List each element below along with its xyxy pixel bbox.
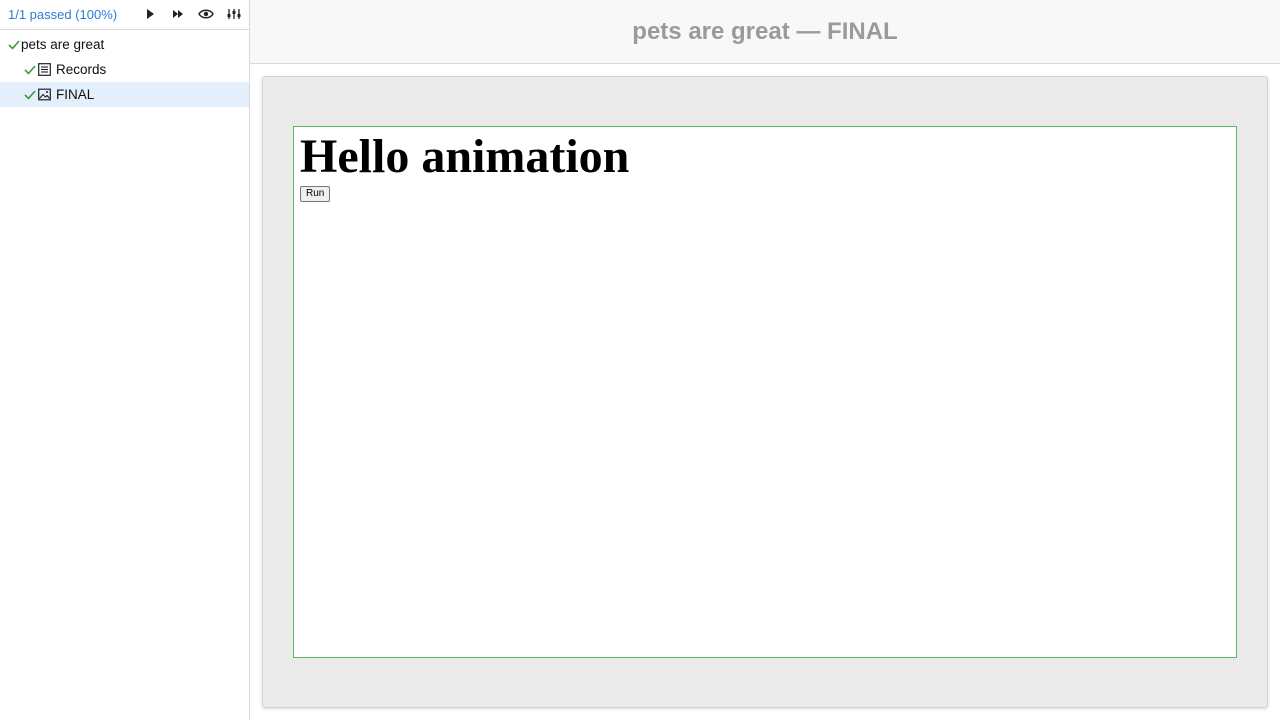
preview-stage: Hello animation Run [262,76,1268,708]
check-icon [7,38,21,52]
page-title: pets are great — FINAL [632,17,898,45]
tree-item-records[interactable]: Records [0,57,249,82]
tree-item-pets-are-great[interactable]: pets are great [0,32,249,57]
pass-summary-link[interactable]: 1/1 passed (100%) [8,7,117,22]
fast-forward-icon[interactable] [167,4,189,24]
tree-item-final[interactable]: FINAL [0,82,249,107]
list-icon [38,62,52,77]
check-icon [23,88,37,102]
sliders-icon[interactable] [223,4,245,24]
check-icon [23,63,37,77]
test-tree: pets are great Records FINAL [0,30,249,107]
preview-heading: Hello animation [300,130,630,183]
sidebar-toolbar: 1/1 passed (100%) [0,0,249,30]
tree-item-label: Records [56,62,107,77]
tree-item-label: FINAL [56,87,95,102]
eye-icon[interactable] [195,4,217,24]
image-icon [38,88,52,102]
run-button[interactable]: Run [300,186,331,202]
tree-item-label: pets are great [21,37,105,52]
preview-header: pets are great — FINAL [250,0,1280,64]
sidebar: 1/1 passed (100%) pets are great Records… [0,0,250,720]
play-icon[interactable] [139,4,161,24]
preview-frame: Hello animation Run [293,126,1237,658]
